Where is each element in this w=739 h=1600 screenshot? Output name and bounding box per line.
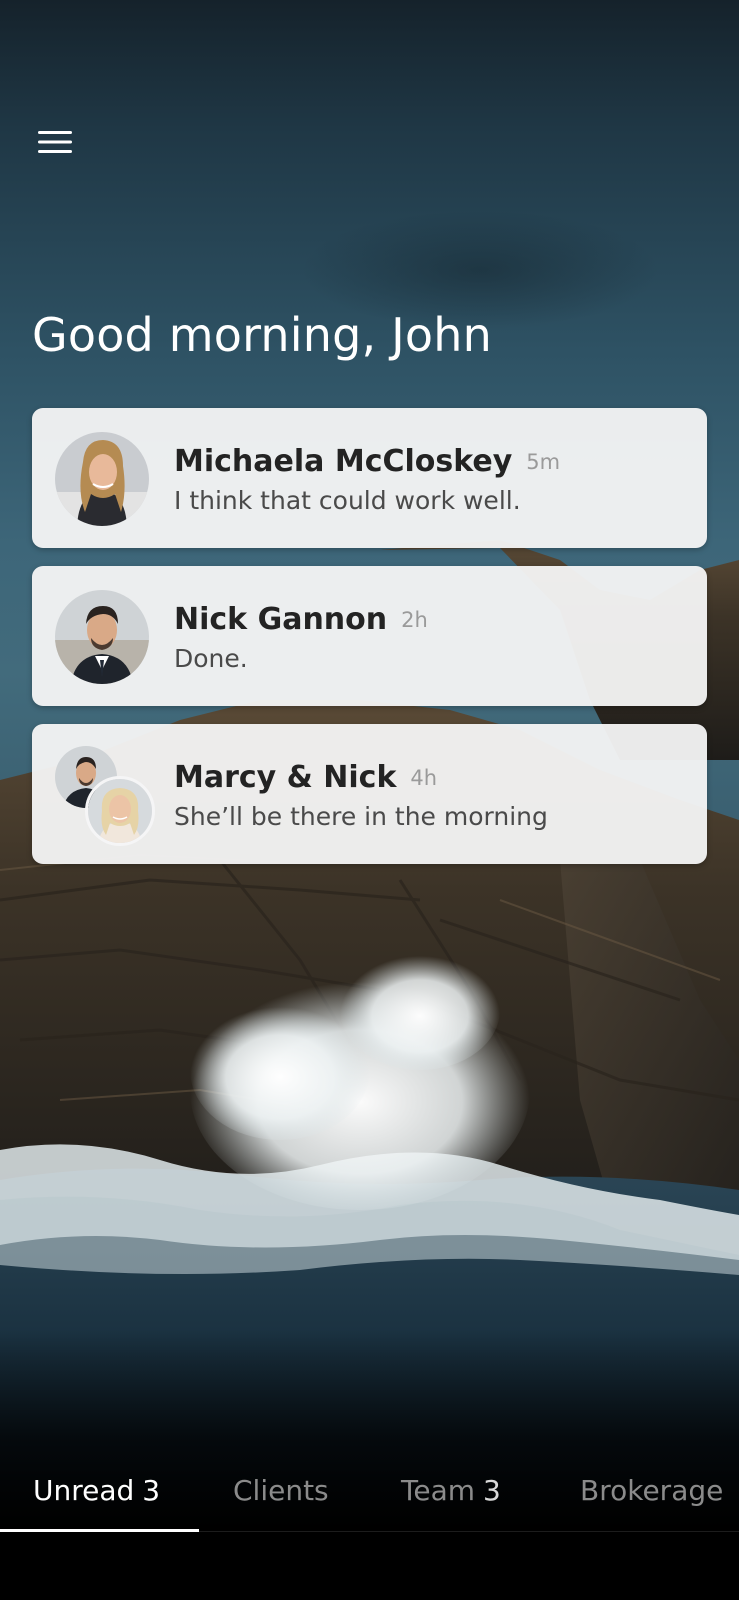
avatar xyxy=(55,590,149,684)
contact-name: Nick Gannon 2h xyxy=(174,602,428,637)
message-preview: I think that could work well. xyxy=(174,486,521,515)
menu-button[interactable] xyxy=(30,122,80,162)
background-bottom-bar xyxy=(0,1530,739,1600)
conversation-card[interactable]: Marcy & Nick 4h She’ll be there in the mo… xyxy=(32,724,707,864)
app-screen: Good morning, John Michaela McCloskey 5m … xyxy=(0,0,739,1600)
conversation-card[interactable]: Michaela McCloskey 5m I think that could … xyxy=(32,408,707,548)
contact-name: Michaela McCloskey 5m xyxy=(174,444,561,479)
tab-count-badge: 3 xyxy=(142,1474,161,1507)
tab-label: Brokerage xyxy=(580,1474,724,1507)
group-avatar xyxy=(55,746,155,846)
message-time: 2h xyxy=(401,608,428,632)
tab-bar: Unread 3 Clients Team 3 Brokerage xyxy=(0,1440,739,1530)
avatar xyxy=(55,432,149,526)
greeting-title: Good morning, John xyxy=(32,308,492,362)
contact-name: Marcy & Nick 4h xyxy=(174,760,438,795)
tab-label: Unread xyxy=(33,1474,135,1507)
tab-label: Team xyxy=(401,1474,476,1507)
avatar xyxy=(85,776,155,846)
active-tab-indicator xyxy=(0,1529,199,1532)
hamburger-menu-icon xyxy=(38,131,72,153)
message-preview: She’ll be there in the morning xyxy=(174,802,548,831)
message-preview: Done. xyxy=(174,644,248,673)
message-time: 4h xyxy=(410,766,438,790)
message-time: 5m xyxy=(526,450,561,474)
conversation-card[interactable]: Nick Gannon 2h Done. xyxy=(32,566,707,706)
tab-label: Clients xyxy=(233,1474,329,1507)
tab-count-badge: 3 xyxy=(483,1474,501,1507)
